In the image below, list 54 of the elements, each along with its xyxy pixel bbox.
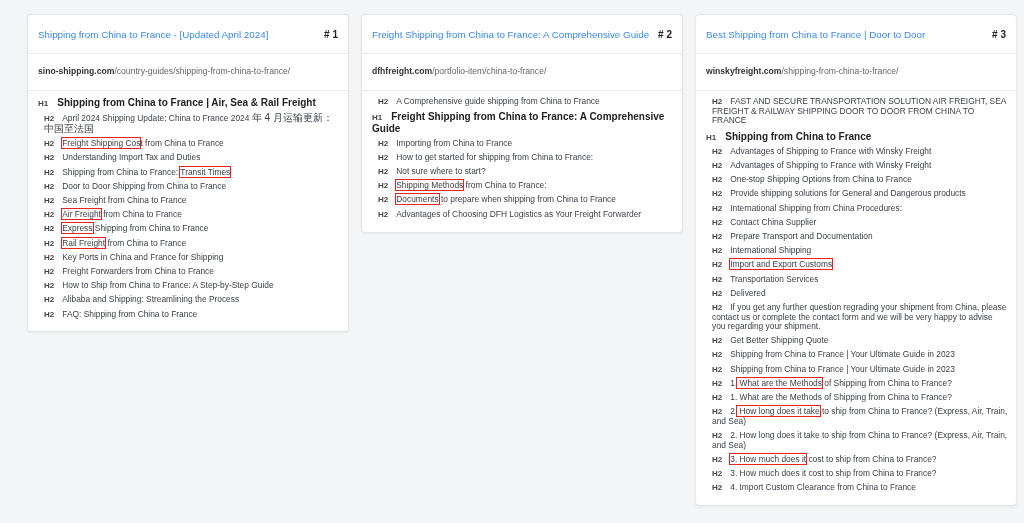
heading-entry: H2 April 2024 Shipping Update: China to France 2024 年 4 月运输更新：中国至法国	[43, 111, 334, 137]
heading-entry: H2 1. What are the Methods of Shipping from China to France?	[711, 391, 953, 405]
heading-entry: H2 FAST AND SECURE TRANSPORTATION SOLUTION AIR FREIGHT, SEA FREIGHT & RAILWAY SHIPPING DOOR TO DOOR FROM CHINA TO FRANCE	[711, 95, 1007, 128]
result-url: sino-shipping.com/country-guides/shipping-from-china-to-france/	[28, 54, 348, 91]
result-title-link[interactable]: Best Shipping from China to France | Door to Door	[706, 28, 926, 40]
result-title-link[interactable]: Shipping from China to France - [Updated April 2024]	[38, 28, 269, 40]
heading-entry: H2 International Shipping from China Procedures:	[711, 201, 904, 215]
result-url: dfhfreight.com/portfolio-item/china-to-france/	[362, 54, 682, 91]
heading-entry: H2 Prepare Transport and Documentation	[711, 230, 874, 243]
heading-entry: H2 Not sure where to start?	[377, 165, 487, 179]
heading-entry: H2 3. How much does it cost to ship from China to France?	[711, 452, 938, 466]
heading-entry: H1 Shipping from China to France	[706, 129, 873, 144]
heading-entry: H2 Contact China Supplier	[711, 215, 818, 229]
heading-entry: H2 Shipping from China to France | Your Ultimate Guide in 2023	[711, 348, 956, 362]
heading-entry: H2 FAQ: Shipping from China to France	[43, 307, 199, 321]
heading-entry: H2 3. How much does it cost to ship from China to France?	[711, 467, 938, 480]
heading-entry: H1 Freight Shipping from China to France: A Comprehensive Guide	[372, 110, 666, 137]
heading-entry: H2 How to get started for shipping from China to France:	[377, 150, 595, 164]
result-url: winskyfreight.com/shipping-from-china-to-france/	[696, 54, 1016, 91]
heading-entry: H2 Delivered	[711, 286, 767, 300]
heading-entry: H2 Transportation Services	[711, 272, 820, 286]
rank-label: # 3	[992, 28, 1006, 40]
heading-entry: H2 Provide shipping solutions for General and Dangerous products	[711, 187, 967, 201]
heading-entry: H1 Shipping from China to France | Air, Sea & Rail Freight	[38, 96, 317, 111]
heading-entry: H2 How to Ship from China to France: A Step-by-Step Guide	[43, 279, 275, 293]
heading-entry: H2 Freight Shipping Cost from China to France	[43, 137, 225, 151]
heading-entry: H2 Key Ports in China and France for Shipping	[43, 250, 225, 264]
heading-entry: H2 Advantages of Shipping to France with Winsky Freight	[711, 144, 933, 158]
heading-entry: H2 Shipping from China to France: Transit Times	[43, 165, 232, 179]
heading-entry: H2 4. Import Custom Clearance from China to France	[711, 481, 917, 495]
heading-entry: H2 Advantages of Choosing DFH Logistics as Your Freight Forwarder	[377, 207, 643, 221]
rank-label: # 1	[324, 28, 338, 40]
heading-entry: H2 Sea Freight from China to France	[43, 194, 188, 207]
heading-entry: H2 Door to Door Shipping from China to France	[43, 179, 228, 193]
heading-entry: H2 If you get any further question regrading your shipment from China, please contact us or complete the contact form and we will be very happy to advise you regarding your shipment.	[711, 300, 1008, 334]
heading-entry: H2 A Comprehensive guide shipping from China to France	[377, 95, 601, 109]
heading-entry: H2 Air Freight from China to France	[43, 208, 183, 222]
heading-entry: H2 Rail Freight from China to France	[43, 236, 188, 250]
heading-entry: H2 Freight Forwarders from China to France	[43, 264, 215, 278]
heading-entry: H2 Advantages of Shipping to France with Winsky Freight	[711, 159, 933, 173]
heading-entry: H2 One-stop Shipping Options from China to France	[711, 173, 913, 187]
heading-entry: H2 Understanding Import Tax and Duties	[43, 151, 202, 165]
heading-entry: H2 Shipping Methods from China to France:	[377, 179, 548, 193]
heading-entry: H2 International Shipping	[711, 244, 813, 258]
heading-entry: H2 Express Shipping from China to France	[43, 222, 210, 236]
heading-entry: H2 Import and Export Customs	[711, 258, 834, 272]
result-title-link[interactable]: Freight Shipping from China to France: A Comprehensive Guide	[372, 28, 650, 40]
heading-entry: H2 Shipping from China to France | Your Ultimate Guide in 2023	[711, 362, 956, 376]
heading-entry: H2 Alibaba and Shipping: Streamlining the Process	[43, 293, 241, 307]
heading-entry: H2 2. How long does it take to ship from China to France? (Express, Air, Train, and Sea)	[711, 429, 1008, 452]
rank-label: # 2	[658, 28, 672, 40]
heading-entry: H2 Get Better Shipping Quote	[711, 334, 830, 348]
heading-entry: H2 Importing from China to France	[377, 136, 514, 150]
heading-entry: H2 Documents to prepare when shipping from China to France	[377, 193, 617, 207]
